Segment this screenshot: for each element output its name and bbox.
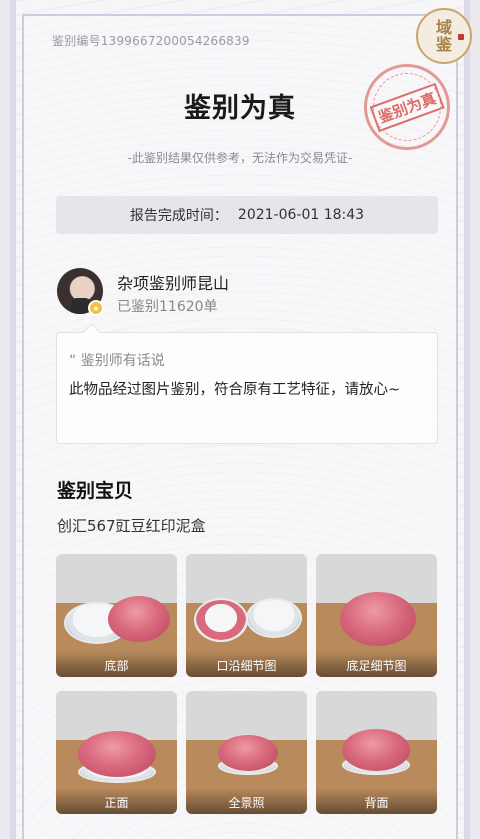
brand-logo: 域 鉴: [416, 8, 472, 64]
message-text: 此物品经过图片鉴别，符合原有工艺特征，请放心~: [69, 382, 401, 398]
logo-seal-icon: [458, 34, 464, 40]
report-time-value: 2021-06-01 18:43: [237, 207, 365, 223]
report-time-label: 报告完成时间：: [129, 208, 228, 224]
photo-foot-detail[interactable]: 底足细节图: [316, 554, 437, 677]
stamp-text: 鉴别为真: [369, 82, 445, 132]
disclaimer: -此鉴别结果仅供参考，无法作为交易凭证-: [127, 151, 353, 165]
photo-caption: 口沿细节图: [186, 651, 307, 677]
photo-overview[interactable]: 全景照: [186, 691, 307, 814]
photo-rim-detail[interactable]: 口沿细节图: [186, 554, 307, 677]
photo-caption: 底部: [56, 651, 177, 677]
box-lid-inner-shape: [246, 598, 302, 638]
box-lid-shape: [340, 592, 416, 646]
serial-number: 鉴别编号1399667200054266839: [52, 34, 250, 48]
box-lid-shape: [108, 596, 170, 642]
section-title: 鉴别宝贝: [57, 480, 134, 502]
report-time-bar: 报告完成时间： 2021-06-01 18:43: [56, 196, 438, 234]
photo-caption: 正面: [56, 788, 177, 814]
appraiser-name[interactable]: 杂项鉴别师昆山: [117, 270, 229, 294]
box-lid-shape: [78, 731, 156, 777]
appraiser-message-box: “ 鉴别师有话说 此物品经过图片鉴别，符合原有工艺特征，请放心~: [56, 332, 438, 444]
photo-front[interactable]: 正面: [56, 691, 177, 814]
logo-char-1: 域: [435, 18, 452, 37]
photo-caption: 背面: [316, 788, 437, 814]
photo-bottom[interactable]: 底部: [56, 554, 177, 677]
photo-back[interactable]: 背面: [316, 691, 437, 814]
logo-char-2: 鉴: [435, 35, 452, 54]
item-name: 创汇567豇豆红印泥盒: [57, 517, 206, 535]
appraiser-count: 已鉴别11620单: [117, 299, 218, 315]
box-lid-shape: [342, 729, 410, 771]
photo-caption: 全景照: [186, 788, 307, 814]
box-base-shape: [194, 598, 248, 642]
box-lid-shape: [218, 735, 278, 771]
verified-badge-icon: ★: [88, 300, 104, 316]
message-label: “ 鉴别师有话说: [69, 353, 165, 369]
photo-caption: 底足细节图: [316, 651, 437, 677]
